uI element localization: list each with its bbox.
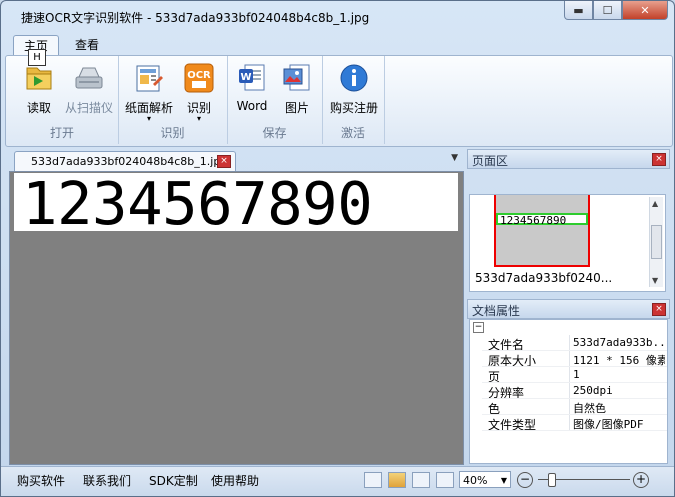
help-link[interactable]: 使用帮助: [211, 472, 259, 489]
page-analysis-label: 纸面解析: [124, 101, 173, 115]
chevron-down-icon[interactable]: ▼: [451, 153, 458, 163]
app-window: 捷速OCR文字识别软件 - 533d7ada933bf024048b4c8b_1…: [0, 0, 675, 497]
scrollbar-thumb[interactable]: [651, 225, 662, 259]
property-row: 页 1: [470, 367, 667, 384]
thumbnail-scrollbar[interactable]: ▲ ▼: [649, 197, 663, 287]
page-panel-header: 页面区 ×: [467, 149, 670, 169]
split-view-icon[interactable]: [436, 472, 454, 488]
chevron-down-icon: ▾: [146, 114, 151, 123]
property-value: 1: [573, 368, 580, 381]
side-panels: 页面区 × 1234567890 533d7ada933bf0240... ▲ …: [467, 149, 670, 464]
keytip-badge: H: [28, 49, 46, 66]
property-row: 文件类型 图像/图像PDF: [470, 415, 667, 432]
chevron-down-icon: ▾: [196, 114, 201, 123]
close-panel-icon[interactable]: ×: [652, 303, 666, 316]
document-tab-bar: 533d7ada933bf024048b4c8b_1.jpg × ▼: [9, 149, 462, 172]
zoom-select[interactable]: 40% ▼: [459, 471, 511, 488]
text-view-icon[interactable]: [412, 472, 430, 488]
scanner-button[interactable]: 从扫描仪: [64, 62, 114, 116]
word-button[interactable]: W Word: [229, 62, 275, 113]
document-pane: 533d7ada933bf024048b4c8b_1.jpg × ▼ 12345…: [9, 149, 464, 465]
property-row: 原本大小 1121 * 156 像素: [470, 351, 667, 368]
zoom-in-button[interactable]: +: [633, 472, 649, 488]
purchase-register-button[interactable]: 购买注册: [326, 62, 382, 116]
image-button[interactable]: 图片: [274, 62, 320, 116]
page-layout-icon: [133, 62, 165, 94]
info-icon: [338, 62, 370, 94]
ocr-icon: OCR: [183, 62, 215, 94]
window-controls: ▬ ☐ ✕: [564, 1, 668, 20]
group-activate-label: 激活: [340, 126, 365, 140]
page-panel-title: 页面区: [472, 154, 509, 168]
status-bar: 购买软件 联系我们 SDK定制 使用帮助 40% ▼ − +: [1, 466, 674, 496]
group-activate: 购买注册 激活: [322, 56, 385, 144]
svg-text:W: W: [240, 72, 251, 83]
zoom-out-button[interactable]: −: [517, 472, 533, 488]
group-open: 读取 从扫描仪 打开: [6, 56, 119, 144]
group-open-label: 打开: [49, 126, 74, 140]
thumbnail-text: 1234567890: [500, 214, 567, 227]
property-row: 色 自然色: [470, 399, 667, 416]
group-save: W Word 图片 保存: [227, 56, 323, 144]
buy-software-link[interactable]: 购买软件: [17, 472, 65, 489]
scroll-down-icon[interactable]: ▼: [652, 276, 658, 285]
document-tab-label: 533d7ada933bf024048b4c8b_1.jpg: [31, 155, 228, 168]
zoom-slider-thumb[interactable]: [548, 473, 556, 487]
title-bar: 捷速OCR文字识别软件 - 533d7ada933bf024048b4c8b_1…: [1, 1, 674, 31]
page-analysis-button[interactable]: 纸面解析 ▾: [124, 62, 174, 123]
properties-panel-title: 文档属性: [472, 304, 521, 318]
image-label: 图片: [284, 101, 309, 115]
group-save-label: 保存: [262, 126, 287, 140]
ribbon: 读取 从扫描仪 打开 纸面解析 ▾ OCR 识别 ▾ 识别 W Word 图片 …: [5, 55, 673, 147]
recognize-label: 识别: [186, 101, 211, 115]
contact-us-link[interactable]: 联系我们: [83, 472, 131, 489]
recognize-button[interactable]: OCR 识别 ▾: [176, 62, 222, 123]
close-panel-icon[interactable]: ×: [652, 153, 666, 166]
word-doc-icon: W: [236, 62, 268, 94]
page-thumbnail[interactable]: 1234567890: [494, 195, 590, 267]
thumbnail-label: 533d7ada933bf0240...: [475, 271, 613, 285]
zoom-value: 40%: [463, 474, 488, 487]
minimize-button[interactable]: ▬: [564, 1, 593, 20]
image-viewer[interactable]: 1234567890: [9, 169, 464, 465]
property-row: 文件名 533d7ada933b...: [470, 335, 667, 352]
tab-view[interactable]: 查看: [65, 35, 109, 55]
read-button[interactable]: 读取: [16, 62, 62, 116]
properties-grid: − 文件名 533d7ada933b... 原本大小 1121 * 156 像素…: [469, 319, 668, 464]
picture-icon: [281, 62, 313, 94]
chevron-down-icon: ▼: [500, 476, 507, 485]
close-tab-icon[interactable]: ×: [217, 155, 231, 168]
purchase-register-label: 购买注册: [329, 101, 378, 115]
property-row: 分辨率 250dpi: [470, 383, 667, 400]
ribbon-tabs: 主页 查看: [1, 33, 674, 56]
document-image-text: 1234567890: [22, 169, 373, 238]
document-image: 1234567890: [14, 169, 458, 238]
svg-text:OCR: OCR: [187, 70, 211, 81]
window-title: 捷速OCR文字识别软件 - 533d7ada933bf024048b4c8b_1…: [21, 11, 370, 25]
scroll-up-icon[interactable]: ▲: [652, 199, 658, 208]
property-value: 250dpi: [573, 384, 613, 397]
scanner-icon: [73, 62, 105, 94]
fit-page-icon[interactable]: [364, 472, 382, 488]
image-view-icon[interactable]: [388, 472, 406, 488]
page-thumbnails: 1234567890 533d7ada933bf0240... ▲ ▼: [469, 194, 666, 292]
properties-panel-header: 文档属性 ×: [467, 299, 670, 319]
property-value: 533d7ada933b...: [573, 336, 665, 349]
scanner-label: 从扫描仪: [64, 101, 113, 115]
collapse-icon[interactable]: −: [473, 322, 484, 333]
group-recognize: 纸面解析 ▾ OCR 识别 ▾ 识别: [118, 56, 228, 144]
thumbnail-selection: 1234567890: [496, 213, 588, 227]
group-recognize-label: 识别: [160, 126, 185, 140]
maximize-button[interactable]: ☐: [593, 1, 622, 20]
close-button[interactable]: ✕: [622, 1, 668, 20]
folder-open-icon: [23, 62, 55, 94]
sdk-custom-link[interactable]: SDK定制: [149, 472, 198, 489]
word-label: Word: [236, 99, 268, 113]
read-label: 读取: [26, 101, 51, 115]
